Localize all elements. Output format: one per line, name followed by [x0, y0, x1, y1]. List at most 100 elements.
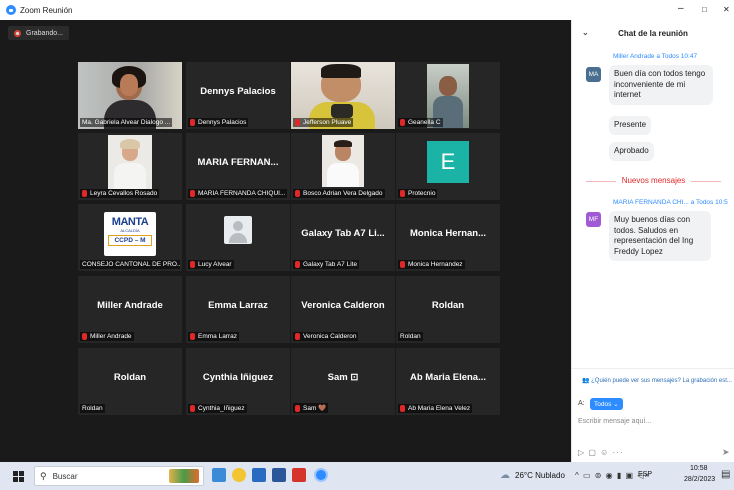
participant-name: MARIA FERNANDA CHIQUI... [188, 189, 288, 198]
participant-name: Galaxy Tab A7 Lite [293, 260, 360, 269]
participant-tile[interactable]: Leyra Cevallos Rosado [78, 133, 182, 200]
participant-tile[interactable]: Galaxy Tab A7 Li... Galaxy Tab A7 Lite [291, 204, 395, 271]
participant-tile[interactable]: Miller Andrade Miller Andrade [78, 276, 182, 343]
participant-name: Dennys Palacios [188, 118, 249, 127]
participant-tile[interactable]: MANTA ALCALDÍA CCPD – M CONSEJO CANTONAL… [78, 204, 182, 271]
chat-message: Presente [609, 116, 652, 135]
participant-name: Veronica Calderon [293, 332, 359, 341]
muted-mic-icon [400, 405, 405, 412]
participant-video [322, 135, 364, 187]
notifications-icon[interactable]: ▤ [721, 469, 730, 480]
weather-status[interactable]: 26°C Nublado [515, 471, 565, 480]
participant-tile[interactable]: Emma Larraz Emma Larraz [186, 276, 290, 343]
participant-tile[interactable]: Cynthia Iñiguez Cynthia_Iñiguez [186, 348, 290, 415]
chrome-icon[interactable] [232, 468, 246, 482]
word-icon[interactable] [272, 468, 286, 482]
taskbar-search[interactable]: ⚲ Buscar [34, 466, 204, 486]
who-can-see-link[interactable]: 👥 ¿Quién puede ver sus mensajes? La grab… [582, 377, 734, 384]
message-sender: Miller Andrade a Todos 10:47 [613, 53, 698, 60]
search-highlight-icon [169, 469, 199, 483]
participant-tile[interactable]: E Protecnio [396, 133, 500, 200]
participant-name: Emma Larraz [188, 332, 240, 341]
participant-name: Monica Hernandez [398, 260, 465, 269]
participant-display-name: Ab Maria Elena... [409, 372, 487, 383]
participant-name: Lucy Alvear [188, 260, 234, 269]
participant-name: Cynthia_Iñiguez [188, 404, 247, 413]
participant-display-name: Miller Andrade [97, 300, 163, 311]
participant-display-name: Galaxy Tab A7 Li... [301, 228, 385, 239]
muted-mic-icon [82, 190, 87, 197]
chevron-down-icon[interactable]: ⌄ [582, 28, 589, 37]
participant-display-name: Roldan [113, 372, 147, 383]
people-icon: 👥 [582, 378, 592, 384]
record-icon [14, 29, 21, 37]
chat-message: Aprobado [609, 142, 654, 161]
muted-mic-icon [295, 119, 300, 126]
close-button[interactable]: ✕ [723, 5, 730, 14]
language-indicator[interactable]: ESP [638, 471, 652, 478]
participant-display-name: Dennys Palacios [200, 86, 276, 97]
windows-taskbar: ⚲ Buscar ☁ 26°C Nublado ^ ▭ ⊚ ◉ ▮ ▣ ◁× E… [0, 462, 734, 490]
zoom-window: Zoom Reunión – □ ✕ Grabando... Ma. Gabri… [0, 0, 734, 462]
default-avatar-icon [224, 216, 252, 244]
participant-name: Miller Andrade [80, 332, 134, 341]
participant-name: Geanella C [398, 118, 443, 127]
send-icon[interactable]: ➤ [722, 447, 730, 458]
zoom-taskbar-icon[interactable] [314, 468, 328, 482]
message-input[interactable]: Escribir mensaje aquí... [578, 418, 651, 425]
acrobat-icon[interactable] [292, 468, 306, 482]
participant-tile[interactable]: MARIA FERNAN... MARIA FERNANDA CHIQUI... [186, 133, 290, 200]
muted-mic-icon [295, 190, 300, 197]
participant-name: Sam 🤎 [293, 403, 329, 413]
chat-header: ⌄ Chat de la reunión [572, 20, 734, 46]
participant-display-name: Cynthia Iñiguez [202, 372, 274, 383]
participant-name: CONSEJO CANTONAL DE PRO... [80, 260, 180, 269]
windows-start-icon[interactable] [13, 471, 24, 482]
recording-indicator[interactable]: Grabando... [8, 26, 69, 40]
recording-label: Grabando... [26, 29, 63, 37]
participant-display-name: Emma Larraz [208, 300, 268, 311]
avatar: MF [586, 212, 601, 227]
participant-tile[interactable]: Ab Maria Elena... Ab Maria Elena Velez [396, 348, 500, 415]
participant-display-name: Roldan [431, 300, 465, 311]
muted-mic-icon [190, 405, 195, 412]
participant-name: Roldan [80, 404, 105, 413]
participant-name: Ma. Gabriela Alvear Dialogo ... [80, 118, 173, 127]
participant-tile[interactable]: Monica Hernan... Monica Hernandez [396, 204, 500, 271]
minimize-button[interactable]: – [678, 3, 684, 14]
participant-tile[interactable]: Lucy Alvear [186, 204, 290, 271]
participant-tile[interactable]: Roldan Roldan [396, 276, 500, 343]
muted-mic-icon [295, 404, 300, 412]
muted-mic-icon [190, 261, 195, 268]
message-sender: MARIA FERNANDA CHI... a Todos 10:5 [613, 199, 728, 206]
participant-tile[interactable]: Bosco Adrian Vera Delgado [291, 133, 395, 200]
participant-tile[interactable]: Veronica Calderon Veronica Calderon [291, 276, 395, 343]
participant-name: Protecnio [398, 189, 438, 198]
participant-tile[interactable]: Geanella C [396, 62, 500, 129]
participant-name: Jefferson Pluave [293, 118, 354, 127]
participant-tile[interactable]: Sam ⊡ Sam 🤎 [291, 348, 395, 415]
participant-name: Roldan [398, 332, 423, 341]
chat-toolbar[interactable]: ▷ ▢ ☺ ··· [578, 448, 624, 457]
participant-tile[interactable]: Jefferson Pluave [291, 62, 395, 129]
muted-mic-icon [82, 333, 87, 340]
maximize-button[interactable]: □ [702, 5, 707, 14]
participant-tile[interactable]: Dennys Palacios Dennys Palacios [186, 62, 290, 129]
muted-mic-icon [400, 261, 405, 268]
recipient-dropdown[interactable]: Todos ⌄ [590, 398, 623, 410]
chat-message: Buen día con todos tengo inconveniente d… [609, 65, 713, 105]
window-title: Zoom Reunión [20, 5, 73, 15]
participant-tile[interactable]: Roldan Roldan [78, 348, 182, 415]
participant-tile[interactable]: Ma. Gabriela Alvear Dialogo ... [78, 62, 182, 129]
ccpd-logo: MANTA ALCALDÍA CCPD – M [104, 212, 156, 256]
avatar: MA [586, 67, 601, 82]
participant-display-name: MARIA FERNAN... [197, 157, 279, 168]
file-explorer-icon[interactable] [212, 468, 226, 482]
clock-date[interactable]: 28/2/2023 [684, 476, 715, 483]
clock-time[interactable]: 10:58 [690, 465, 708, 472]
muted-mic-icon [400, 190, 405, 197]
muted-mic-icon [400, 119, 405, 126]
zoom-logo-icon [6, 5, 16, 15]
app-icon[interactable] [252, 468, 266, 482]
muted-mic-icon [295, 333, 300, 340]
